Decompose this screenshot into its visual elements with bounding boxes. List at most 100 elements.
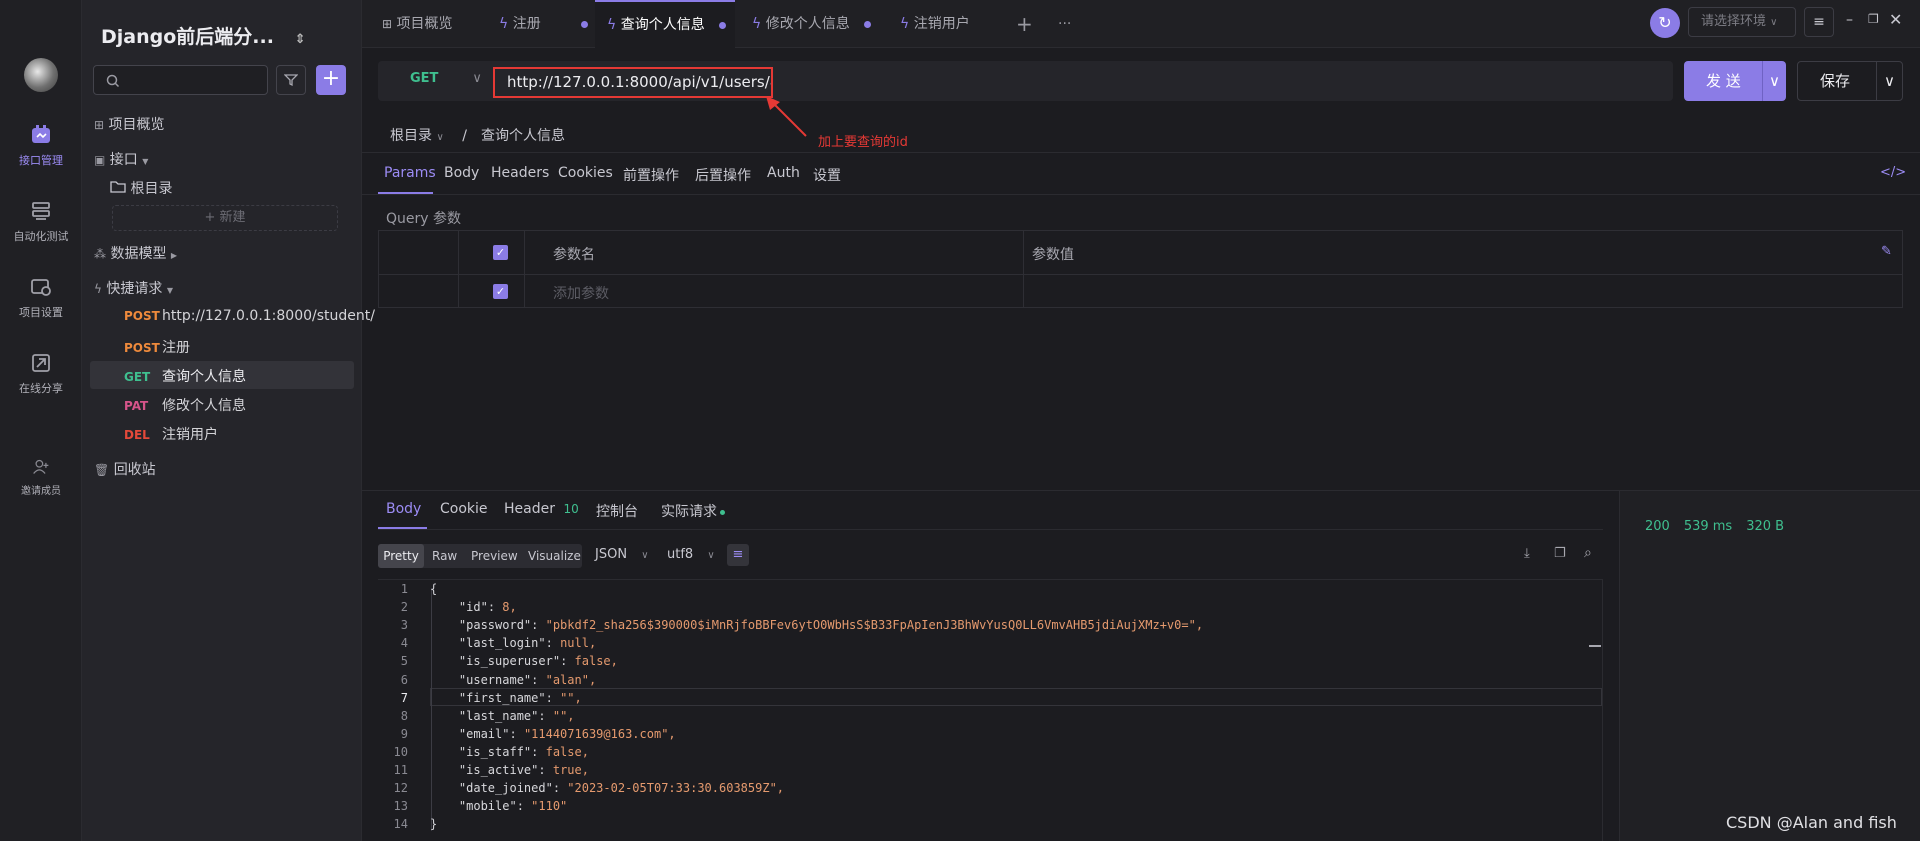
response-tab-console[interactable]: 控制台	[596, 501, 638, 521]
rail-item-api[interactable]: 接口管理	[0, 124, 82, 168]
rail-item-share[interactable]: 在线分享	[0, 352, 82, 396]
status-dot	[720, 509, 725, 515]
tab-overview[interactable]: ⊞ 项目概览	[382, 0, 453, 48]
environment-select[interactable]: 请选择环境 ∨	[1688, 7, 1796, 37]
send-button[interactable]: 发 送 ∨	[1684, 61, 1786, 101]
download-icon[interactable]: ⤓	[1524, 546, 1530, 561]
rail-item-automation[interactable]: 自动化测试	[0, 200, 82, 244]
method-select[interactable]: GET ∨	[410, 71, 482, 86]
save-button[interactable]: 保存 ∨	[1797, 61, 1903, 101]
breadcrumb-root[interactable]: 根目录	[390, 128, 432, 144]
menu-icon[interactable]: ≡	[1804, 7, 1834, 37]
more-tabs-icon[interactable]: ···	[1058, 0, 1071, 48]
tree-item-quick[interactable]: ϟ 快捷请求 ▼	[94, 278, 173, 298]
tree-item-models[interactable]: ⁂ 数据模型 ▶	[94, 243, 177, 263]
response-status: 200 539 ms 320 B	[1645, 519, 1784, 534]
share-icon	[32, 354, 50, 372]
quick-request-item[interactable]: POST 注册	[124, 337, 190, 357]
wrap-lines-icon[interactable]: ≡	[727, 544, 749, 566]
app-rail: 接口管理 自动化测试 项目设置 在线分享 邀请成员	[0, 0, 82, 841]
quick-request-item[interactable]: DEL 注销用户	[124, 424, 218, 444]
chevron-down-icon[interactable]: ∨	[1762, 61, 1786, 101]
env-placeholder: 请选择环境	[1701, 14, 1767, 29]
row-checkbox[interactable]: ✓	[493, 284, 508, 299]
tab-params[interactable]: Params	[384, 165, 436, 181]
method-badge: POST	[124, 309, 160, 323]
divider	[362, 194, 1920, 195]
response-tab-header[interactable]: Header 10	[504, 501, 579, 517]
tree-item-root[interactable]: 根目录	[110, 178, 172, 198]
send-label: 发 送	[1706, 72, 1741, 90]
close-icon[interactable]: ✕	[1889, 10, 1902, 29]
url-input[interactable]: http://127.0.0.1:8000/api/v1/users/8/	[493, 67, 773, 98]
quick-request-item[interactable]: PAT 修改个人信息	[124, 395, 246, 415]
line-number: 13	[393, 799, 408, 814]
format-preview[interactable]: Preview	[471, 544, 518, 568]
tab-update-user[interactable]: ϟ 修改个人信息	[752, 0, 871, 48]
encoding-select[interactable]: utf8 ∨	[667, 547, 715, 562]
tab-headers[interactable]: Headers	[491, 165, 549, 181]
code-view-icon[interactable]: </>	[1880, 165, 1906, 180]
sync-icon[interactable]: ↻	[1650, 8, 1680, 38]
tree-label: 快捷请求	[106, 281, 163, 297]
copy-icon[interactable]: ❐	[1554, 546, 1566, 561]
format-visualize[interactable]: Visualize	[528, 544, 581, 568]
tab-post-ops[interactable]: 后置操作	[695, 165, 751, 185]
quick-request-item[interactable]: GET 查询个人信息	[124, 366, 246, 386]
response-tab-cookie[interactable]: Cookie	[440, 501, 488, 517]
format-pretty[interactable]: Pretty	[378, 544, 424, 568]
add-param-input[interactable]: 添加参数	[553, 283, 609, 303]
tab-body[interactable]: Body	[444, 165, 479, 181]
tab-delete-user[interactable]: ϟ 注销用户	[900, 0, 970, 48]
save-label: 保存	[1820, 72, 1851, 90]
divider	[378, 529, 1603, 530]
add-button[interactable]: +	[316, 65, 346, 95]
tab-query-user[interactable]: ϟ 查询个人信息	[595, 0, 735, 48]
minimize-icon[interactable]: –	[1846, 12, 1853, 28]
response-tab-actual-request[interactable]: 实际请求	[661, 501, 725, 521]
header-count-badge: 10	[563, 502, 579, 516]
tree-item-trash[interactable]: 🗑 回收站	[94, 459, 156, 479]
scroll-marker	[1589, 645, 1601, 647]
bolt-icon: ϟ	[900, 16, 910, 32]
tree-item-api[interactable]: ▣ 接口 ▼	[94, 149, 148, 169]
rail-item-invite[interactable]: 邀请成员	[0, 458, 82, 497]
search-icon[interactable]: ⌕	[1584, 545, 1592, 561]
code-line: "last_name": "",	[458, 708, 575, 723]
response-size: 320 B	[1746, 519, 1785, 534]
tab-register[interactable]: ϟ 注册	[499, 0, 588, 48]
project-title[interactable]: Django前后端分... ⇕	[101, 22, 305, 49]
restore-icon[interactable]: ❐	[1868, 12, 1879, 26]
tab-cookies[interactable]: Cookies	[558, 165, 613, 181]
folder-icon	[110, 181, 126, 193]
new-api-button[interactable]: + 新建	[112, 205, 338, 231]
bolt-icon: ϟ	[607, 17, 617, 33]
chevron-down-icon[interactable]: ∨	[1876, 62, 1902, 100]
col-name-header: 参数名	[553, 247, 595, 263]
rail-item-settings[interactable]: 项目设置	[0, 276, 82, 320]
response-tab-body[interactable]: Body	[386, 501, 421, 517]
tab-auth[interactable]: Auth	[767, 165, 800, 181]
request-name[interactable]: 查询个人信息	[481, 128, 565, 144]
new-label: 新建	[219, 210, 246, 225]
search-icon	[106, 74, 120, 88]
code-line: "is_staff": false,	[458, 744, 589, 759]
switch-project-icon[interactable]: ⇕	[295, 32, 306, 47]
quick-request-item[interactable]: POST http://127.0.0.1:8000/student/	[124, 308, 375, 324]
format-select[interactable]: JSON ∨	[595, 547, 649, 562]
tree-item-overview[interactable]: ⊞ 项目概览	[94, 114, 165, 134]
select-all-checkbox[interactable]: ✓	[493, 245, 508, 260]
status-code: 200	[1645, 519, 1670, 534]
user-avatar[interactable]	[24, 58, 58, 92]
new-tab-button[interactable]: +	[1016, 0, 1033, 48]
tab-settings[interactable]: 设置	[813, 165, 841, 185]
annotation-arrow	[766, 96, 807, 137]
unsaved-dot	[580, 20, 588, 28]
tab-pre-ops[interactable]: 前置操作	[623, 165, 679, 185]
search-input[interactable]	[93, 65, 268, 95]
tab-label: 查询个人信息	[620, 17, 705, 33]
format-raw[interactable]: Raw	[432, 544, 457, 568]
filter-button[interactable]	[276, 65, 306, 95]
tab-label: 注销用户	[913, 16, 970, 32]
bulk-edit-icon[interactable]: ✎	[1881, 244, 1892, 259]
